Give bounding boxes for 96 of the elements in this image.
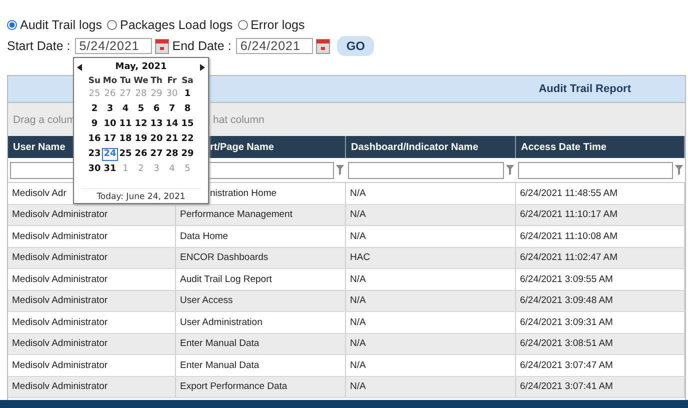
table-cell: 6/24/2021 11:10:08 AM bbox=[516, 226, 685, 246]
weekday-label: Th bbox=[150, 76, 164, 86]
calendar-day[interactable]: 23 bbox=[86, 148, 102, 161]
calendar-day[interactable]: 31 bbox=[102, 163, 118, 176]
calendar-day[interactable]: 30 bbox=[86, 163, 102, 176]
table-cell: Audit Trail Log Report bbox=[176, 269, 346, 290]
radio-button[interactable] bbox=[106, 20, 117, 30]
table-cell: N/A bbox=[346, 334, 516, 354]
weekday-label: Sa bbox=[180, 76, 194, 86]
calendar-day[interactable]: 25 bbox=[118, 148, 134, 161]
table-cell: 6/24/2021 11:10:17 AM bbox=[516, 204, 685, 225]
filter-icon[interactable] bbox=[506, 165, 514, 175]
previous-month-icon[interactable] bbox=[77, 64, 82, 70]
table-cell: N/A bbox=[346, 355, 516, 376]
table-cell: Medisolv Administrator bbox=[8, 312, 176, 332]
table-cell: 6/24/2021 3:09:48 AM bbox=[516, 290, 685, 311]
calendar-day[interactable]: 8 bbox=[180, 103, 196, 116]
calendar-day[interactable]: 12 bbox=[133, 118, 149, 131]
calendar-day[interactable]: 27 bbox=[148, 148, 164, 161]
weekday-label: Fr bbox=[166, 76, 178, 86]
table-cell: N/A bbox=[346, 312, 516, 332]
end-date-field[interactable]: 6/24/2021 bbox=[236, 38, 314, 54]
table-cell: Medisolv Administrator bbox=[8, 290, 176, 311]
table-cell: 6/24/2021 3:07:47 AM bbox=[516, 355, 685, 376]
table-cell: N/A bbox=[346, 226, 516, 246]
table-cell: Medisolv Administrator bbox=[8, 376, 176, 397]
radio-label[interactable]: Error logs bbox=[250, 18, 305, 32]
weekday-label: Tu bbox=[119, 76, 132, 86]
table-cell: 6/24/2021 11:02:47 AM bbox=[516, 248, 685, 268]
table-cell: N/A bbox=[346, 290, 516, 311]
table-cell: Enter Manual Data bbox=[176, 334, 346, 354]
calendar-day[interactable]: 5 bbox=[133, 103, 149, 116]
report-title: Audit Trail Report bbox=[538, 83, 631, 95]
table-cell: N/A bbox=[346, 204, 516, 225]
calendar-day[interactable]: 18 bbox=[118, 133, 134, 146]
radio-label[interactable]: Packages Load logs bbox=[120, 18, 233, 32]
table-cell: User Administration bbox=[176, 312, 346, 332]
calendar-day[interactable]: 26 bbox=[133, 148, 149, 161]
calendar-day[interactable]: 17 bbox=[102, 133, 118, 146]
calendar-day[interactable]: 1 bbox=[180, 88, 196, 101]
table-cell: Medisolv Administrator bbox=[8, 248, 176, 268]
table-cell: User Access bbox=[176, 290, 346, 311]
calendar-day[interactable]: 22 bbox=[180, 133, 196, 146]
next-month-icon[interactable] bbox=[200, 64, 205, 70]
calendar-day[interactable]: 19 bbox=[133, 133, 149, 146]
go-button[interactable]: GO bbox=[337, 36, 374, 56]
calendar-day[interactable]: 3 bbox=[102, 103, 118, 116]
calendar-day[interactable]: 9 bbox=[86, 118, 102, 131]
table-cell: 6/24/2021 3:07:41 AM bbox=[516, 376, 685, 397]
table-cell: 6/24/2021 3:09:31 AM bbox=[516, 312, 685, 332]
weekday-label: Su bbox=[87, 76, 102, 86]
calendar-day[interactable]: 2 bbox=[86, 103, 102, 116]
start-date-field[interactable]: 5/24/2021 bbox=[75, 38, 152, 54]
calendar-day[interactable]: 7 bbox=[164, 103, 180, 116]
start-date-label: Start Date : bbox=[7, 39, 70, 53]
radio-button[interactable] bbox=[7, 20, 17, 30]
table-cell: ENCOR Dashboards bbox=[176, 248, 346, 268]
calendar-day[interactable]: 29 bbox=[180, 148, 196, 161]
calendar-icon[interactable] bbox=[155, 38, 170, 54]
filter-icon[interactable] bbox=[675, 165, 683, 175]
calendar-day[interactable]: 4 bbox=[118, 103, 134, 116]
table-cell: 6/24/2021 3:08:51 AM bbox=[516, 334, 685, 354]
table-cell: N/A bbox=[346, 376, 516, 397]
filter-field[interactable] bbox=[348, 162, 504, 178]
table-cell: Medisolv Administrator bbox=[8, 355, 176, 376]
group-hint: hat column bbox=[213, 114, 264, 126]
table-cell: Medisolv Administrator bbox=[8, 334, 176, 354]
today-link[interactable]: Today: June 24, 2021 bbox=[81, 188, 201, 202]
calendar-day[interactable]: 16 bbox=[86, 133, 102, 146]
radio-label[interactable]: Audit Trail logs bbox=[20, 18, 102, 32]
table-cell: 6/24/2021 3:09:55 AM bbox=[516, 269, 685, 290]
table-cell: N/A bbox=[346, 183, 516, 204]
month-title: May, 2021 bbox=[115, 62, 167, 72]
calendar-day[interactable]: 11 bbox=[118, 118, 134, 131]
table-cell: Medisolv Administrator bbox=[8, 226, 176, 246]
end-date-label: End Date : bbox=[172, 39, 232, 53]
calendar-day[interactable]: 13 bbox=[148, 118, 164, 131]
table-cell: 6/24/2021 11:48:55 AM bbox=[516, 183, 685, 204]
table-cell: Export Performance Data bbox=[176, 376, 346, 397]
table-cell: HAC bbox=[346, 248, 516, 268]
calendar-day[interactable]: 20 bbox=[148, 133, 164, 146]
calendar-day[interactable]: 15 bbox=[180, 118, 196, 131]
table-cell: N/A bbox=[346, 269, 516, 290]
calendar-day[interactable]: 14 bbox=[164, 118, 180, 131]
calendar-icon[interactable] bbox=[316, 38, 330, 54]
table-cell: Data Home bbox=[176, 226, 346, 246]
filter-field[interactable] bbox=[518, 162, 673, 178]
calendar-day[interactable]: 24 bbox=[102, 148, 118, 161]
table-cell: Medisolv Administrator bbox=[8, 269, 176, 290]
calendar-day[interactable]: 6 bbox=[148, 103, 164, 116]
table-cell: Enter Manual Data bbox=[176, 355, 346, 376]
calendar-day[interactable]: 10 bbox=[102, 118, 118, 131]
weekday-label: Mo bbox=[102, 76, 118, 86]
filter-icon[interactable] bbox=[336, 165, 344, 175]
weekday-label: We bbox=[133, 76, 149, 86]
radio-button[interactable] bbox=[238, 20, 248, 30]
